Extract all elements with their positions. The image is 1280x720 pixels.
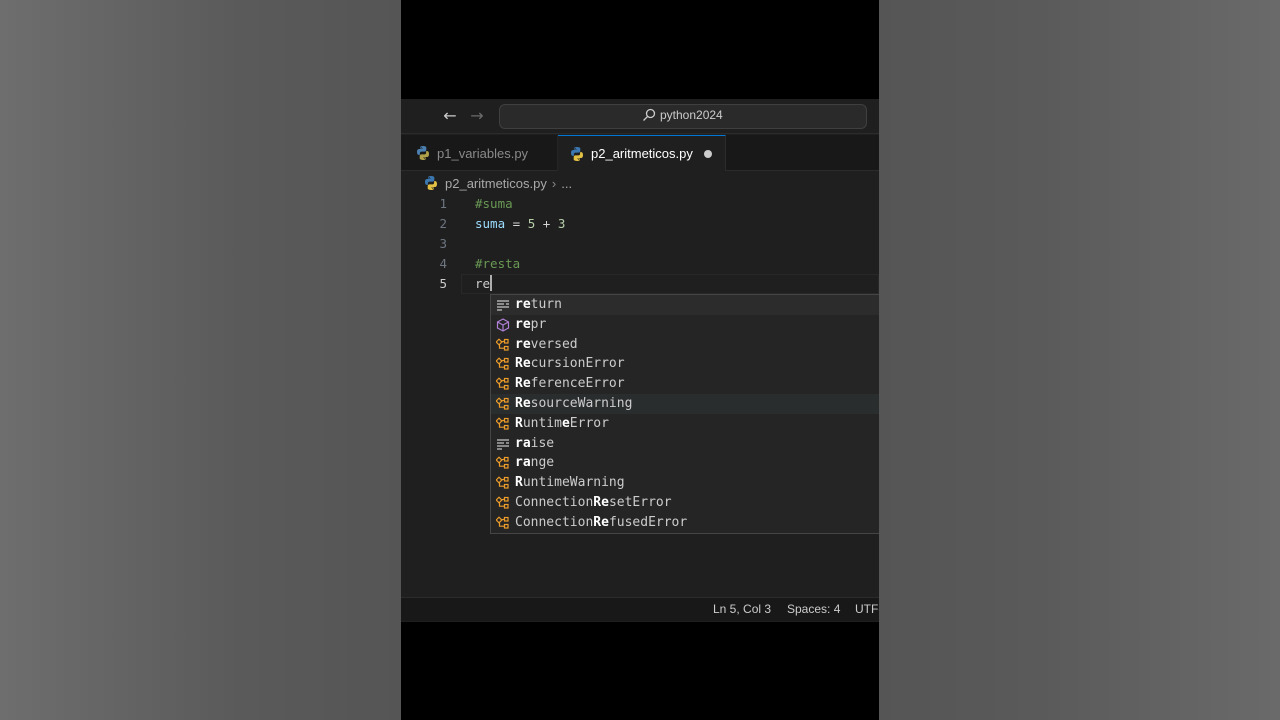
chevron-right-icon: › xyxy=(551,175,557,191)
unsaved-dot-icon[interactable] xyxy=(703,149,712,158)
line-number: 4 xyxy=(439,256,447,271)
title-bar: ← → python2024 xyxy=(401,99,879,134)
line-text: #suma xyxy=(475,196,513,211)
code-line: 4 #resta xyxy=(401,254,879,274)
class-icon xyxy=(495,516,510,530)
back-arrow-icon[interactable]: ← xyxy=(438,105,462,127)
code-line: 3 xyxy=(401,234,879,254)
breadcrumb-file[interactable]: p2_aritmeticos.py xyxy=(445,176,547,191)
python-file-icon xyxy=(417,146,429,160)
suggestion-label: repr xyxy=(515,316,547,332)
python-file-icon xyxy=(571,146,583,161)
indentation-setting[interactable]: Spaces: 4 xyxy=(787,602,840,616)
command-center-search[interactable]: python2024 xyxy=(499,104,867,129)
suggestion-item[interactable]: repr xyxy=(491,315,879,335)
class-icon xyxy=(495,357,510,371)
breadcrumb: p2_aritmeticos.py › ... xyxy=(401,172,879,194)
forward-arrow-icon[interactable]: → xyxy=(465,105,489,127)
line-text: #resta xyxy=(475,256,521,271)
keyword-icon xyxy=(496,298,510,312)
suggestion-label: ReferenceError xyxy=(515,376,625,392)
method-icon xyxy=(496,318,510,332)
suggestion-label: ResourceWarning xyxy=(515,396,633,411)
suggestion-item[interactable]: ConnectionRefusedError xyxy=(491,513,879,533)
workspace-name: python2024 xyxy=(660,108,723,122)
suggestion-item[interactable]: RuntimeError xyxy=(491,414,879,434)
video-frame: ← → python2024 p1_variables.py p2_aritme… xyxy=(401,0,879,720)
tab-label: p2_aritmeticos.py xyxy=(591,146,693,161)
line-text: suma = 5 + 3 xyxy=(475,216,566,231)
suggestion-label: return xyxy=(515,297,562,312)
text-cursor xyxy=(490,275,493,291)
suggestion-item[interactable]: raise xyxy=(491,434,879,454)
keyword-icon xyxy=(496,437,510,451)
code-editor[interactable]: 1 #suma 2 suma = 5 + 3 3 4 #resta 5 re r… xyxy=(401,194,879,597)
suggestion-label: RuntimeError xyxy=(515,415,609,431)
tab-p2-aritmeticos[interactable]: p2_aritmeticos.py xyxy=(558,135,726,171)
suggestion-item[interactable]: return xyxy=(491,295,879,315)
suggestion-widget[interactable]: return repr reversed RecursionError Referenc… xyxy=(490,294,879,534)
suggestion-label: range xyxy=(515,455,555,471)
tab-label: p1_variables.py xyxy=(437,145,529,161)
suggestion-label: RecursionError xyxy=(515,356,625,372)
suggestion-label: ConnectionResetError xyxy=(515,495,672,510)
vscode-window: ← → python2024 p1_variables.py p2_aritme… xyxy=(401,99,879,622)
class-icon xyxy=(495,456,510,470)
class-icon xyxy=(495,377,510,391)
code-line: 2 suma = 5 + 3 xyxy=(401,214,879,234)
class-icon xyxy=(495,496,510,510)
class-icon xyxy=(495,417,510,431)
line-number: 2 xyxy=(439,216,447,231)
editor-tab-bar: p1_variables.py p2_aritmeticos.py xyxy=(401,135,879,171)
line-number: 3 xyxy=(439,236,447,251)
suggestion-item[interactable]: RecursionError xyxy=(491,354,879,374)
encoding-setting[interactable]: UTF- xyxy=(855,602,879,616)
breadcrumb-more[interactable]: ... xyxy=(561,176,572,191)
cursor-position[interactable]: Ln 5, Col 3 xyxy=(713,602,771,616)
python-file-icon xyxy=(425,176,437,190)
suggestion-item[interactable]: reversed xyxy=(491,335,879,355)
blurred-background-right xyxy=(879,0,1280,720)
blurred-background-left xyxy=(0,0,401,720)
suggestion-label: ConnectionRefusedError xyxy=(515,514,688,530)
suggestion-label: reversed xyxy=(515,336,578,352)
status-bar: Ln 5, Col 3 Spaces: 4 UTF- xyxy=(401,597,879,621)
suggestion-item[interactable]: ConnectionResetError xyxy=(491,493,879,513)
class-icon xyxy=(495,397,510,411)
line-text: re xyxy=(475,275,493,291)
tab-p1-variables[interactable]: p1_variables.py xyxy=(401,135,558,171)
suggestion-label: raise xyxy=(515,435,555,451)
line-number: 5 xyxy=(439,276,447,291)
class-icon xyxy=(495,337,510,352)
code-line: 5 re xyxy=(401,274,879,294)
suggestion-item[interactable]: range xyxy=(491,453,879,473)
suggestion-item[interactable]: RuntimeWarning xyxy=(491,473,879,493)
line-number: 1 xyxy=(439,196,447,211)
search-icon xyxy=(643,108,656,121)
class-icon xyxy=(495,476,510,490)
suggestion-item[interactable]: ResourceWarning xyxy=(491,394,879,414)
suggestion-item[interactable]: ReferenceError xyxy=(491,374,879,394)
suggestion-label: RuntimeWarning xyxy=(515,475,625,491)
code-line: 1 #suma xyxy=(401,194,879,214)
